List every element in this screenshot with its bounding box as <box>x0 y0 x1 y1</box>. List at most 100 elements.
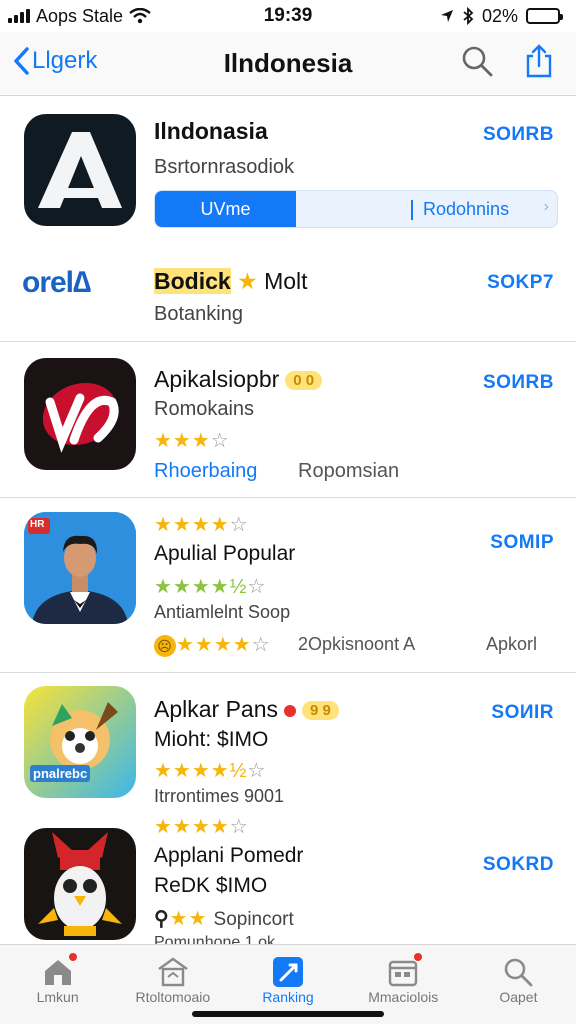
stars-filled: ★★★★ <box>176 634 252 656</box>
get-button[interactable]: SOMIP <box>490 532 554 554</box>
app-link[interactable]: Rhoerbaing <box>154 460 257 483</box>
navigation-bar: Llgerk Ilndonesia <box>0 32 576 96</box>
app-subtitle: Romokains <box>154 398 255 420</box>
stars-filled: ★★★★½ <box>154 576 248 598</box>
home-icon <box>41 953 77 989</box>
app-meta: Itrrontimes 9001 <box>154 786 285 806</box>
stars-filled: ★★ <box>169 908 208 930</box>
chevron-right-icon: › <box>543 198 549 215</box>
icon-banner: pnalrebc <box>30 765 91 782</box>
app-title: Apulial Popular <box>154 542 296 565</box>
stars-empty: ☆ <box>210 430 230 452</box>
tab-search[interactable]: Oapet <box>461 945 576 1024</box>
title-highlight: Bodick <box>154 268 231 294</box>
carrier-label: Aops Stale <box>36 5 124 26</box>
star-rating: ⚲★★ Sopincort <box>154 906 294 931</box>
script-logo <box>42 382 119 453</box>
app-logo-text: orel∆ <box>22 266 91 300</box>
status-right: 02% <box>440 5 563 27</box>
stars-empty: ☆ <box>229 514 249 536</box>
letter-a-logo <box>38 132 122 208</box>
app-meta: Apkorl <box>486 634 538 654</box>
rank-badge: 9 9 <box>302 701 339 721</box>
tab-label: Mmaciolois <box>368 989 439 1005</box>
get-button[interactable]: SOИIR <box>491 702 554 724</box>
app-icon: pnalrebc <box>24 686 136 798</box>
title-rest: Molt <box>264 268 308 294</box>
app-icon <box>24 828 136 940</box>
battery-icon <box>526 8 563 24</box>
app-title: Apikalsiopbr 0 0 <box>154 366 323 393</box>
segment-option[interactable]: Rodohnins <box>423 191 509 227</box>
calendar-icon <box>386 953 423 989</box>
tab-today[interactable]: Lmkun <box>0 945 115 1024</box>
icon-tag: HR <box>30 519 45 530</box>
app-meta: Sopincort <box>213 909 294 930</box>
wifi-icon <box>129 8 151 24</box>
battery-percent: 02% <box>481 5 518 26</box>
app-subtitle: Bsrtornrasodiok <box>154 156 295 178</box>
smiley-icon: ☹ <box>154 635 176 657</box>
logo-text: orel∆ <box>22 266 91 299</box>
stars-filled: ★★★ <box>154 430 211 452</box>
stars-empty: ☆ <box>247 576 267 598</box>
app-subtitle: Antiamlelnt Soop <box>154 602 291 622</box>
store-icon <box>156 955 190 989</box>
stars-filled: ★★★★½ <box>154 760 248 782</box>
home-indicator <box>192 1011 384 1017</box>
tab-label: Rtoltomoaio <box>135 989 211 1005</box>
signal-icon <box>8 9 30 23</box>
segmented-control: UVme Rodohnins › <box>154 190 558 228</box>
divider <box>0 341 576 342</box>
divider <box>0 497 576 498</box>
app-meta: Ropomsian <box>298 460 400 482</box>
share-icon <box>526 44 552 78</box>
rank-badge: 0 0 <box>285 371 323 391</box>
get-button[interactable]: SOИRB <box>483 372 554 394</box>
app-subtitle: Mioht: $IMO <box>154 728 269 751</box>
rank-number-icon: ⚲ <box>154 908 170 930</box>
tab-label: Lmkun <box>36 989 79 1005</box>
status-left: Aops Stale <box>8 6 151 27</box>
stars-filled: ★★★★ <box>154 514 230 536</box>
stars-filled: ★★★★ <box>154 816 230 838</box>
get-button[interactable]: SOKP7 <box>487 272 554 294</box>
notification-dot <box>68 953 77 961</box>
title-text: Aplkar Pans <box>154 696 279 722</box>
app-icon <box>24 358 136 470</box>
app-meta: 2Opkisnoont A <box>298 634 416 654</box>
app-icon: HR <box>24 512 136 624</box>
stars-empty: ☆ <box>247 760 267 782</box>
stars-empty: ☆ <box>229 816 249 838</box>
get-button[interactable]: SOИRB <box>483 124 554 146</box>
status-bar: Aops Stale 19:39 02% <box>0 0 576 32</box>
segment-selected[interactable]: UVme <box>155 191 296 227</box>
star-rating: ★★★★☆ <box>154 814 249 839</box>
search-button[interactable] <box>460 44 494 78</box>
get-button[interactable]: SOKRD <box>483 854 554 876</box>
divider <box>0 672 576 673</box>
app-subtitle: ReDK $IMO <box>154 874 268 897</box>
app-title: Ilndonasia <box>154 118 268 144</box>
app-title: Aplkar Pans 9 9 <box>154 696 339 723</box>
search-icon <box>462 46 493 77</box>
app-title: Bodick ★ Molt <box>154 268 308 295</box>
stars-empty: ☆ <box>251 634 271 656</box>
title-text: Apikalsiopbr <box>154 366 280 392</box>
app-icon <box>24 114 136 226</box>
search-icon <box>501 955 535 989</box>
star-rating: ★★★★½☆ <box>154 574 266 599</box>
nav-actions <box>460 44 556 78</box>
segment-divider <box>411 200 413 220</box>
location-arrow-icon <box>440 10 453 22</box>
star-rating: ☹ ★★★★☆ <box>154 632 271 657</box>
app-title: Applani Pomedr <box>154 844 304 867</box>
tab-label: Ranking <box>262 989 314 1005</box>
share-button[interactable] <box>522 44 556 78</box>
star-rating: ★★★☆ <box>154 428 230 453</box>
tab-label: Oapet <box>499 989 538 1005</box>
notification-dot <box>284 704 297 717</box>
app-store-screen: Aops Stale 19:39 02% Llgerk Ilndonesia I… <box>0 0 576 1024</box>
bluetooth-icon <box>463 7 474 25</box>
star-icon: ★ <box>237 268 258 294</box>
